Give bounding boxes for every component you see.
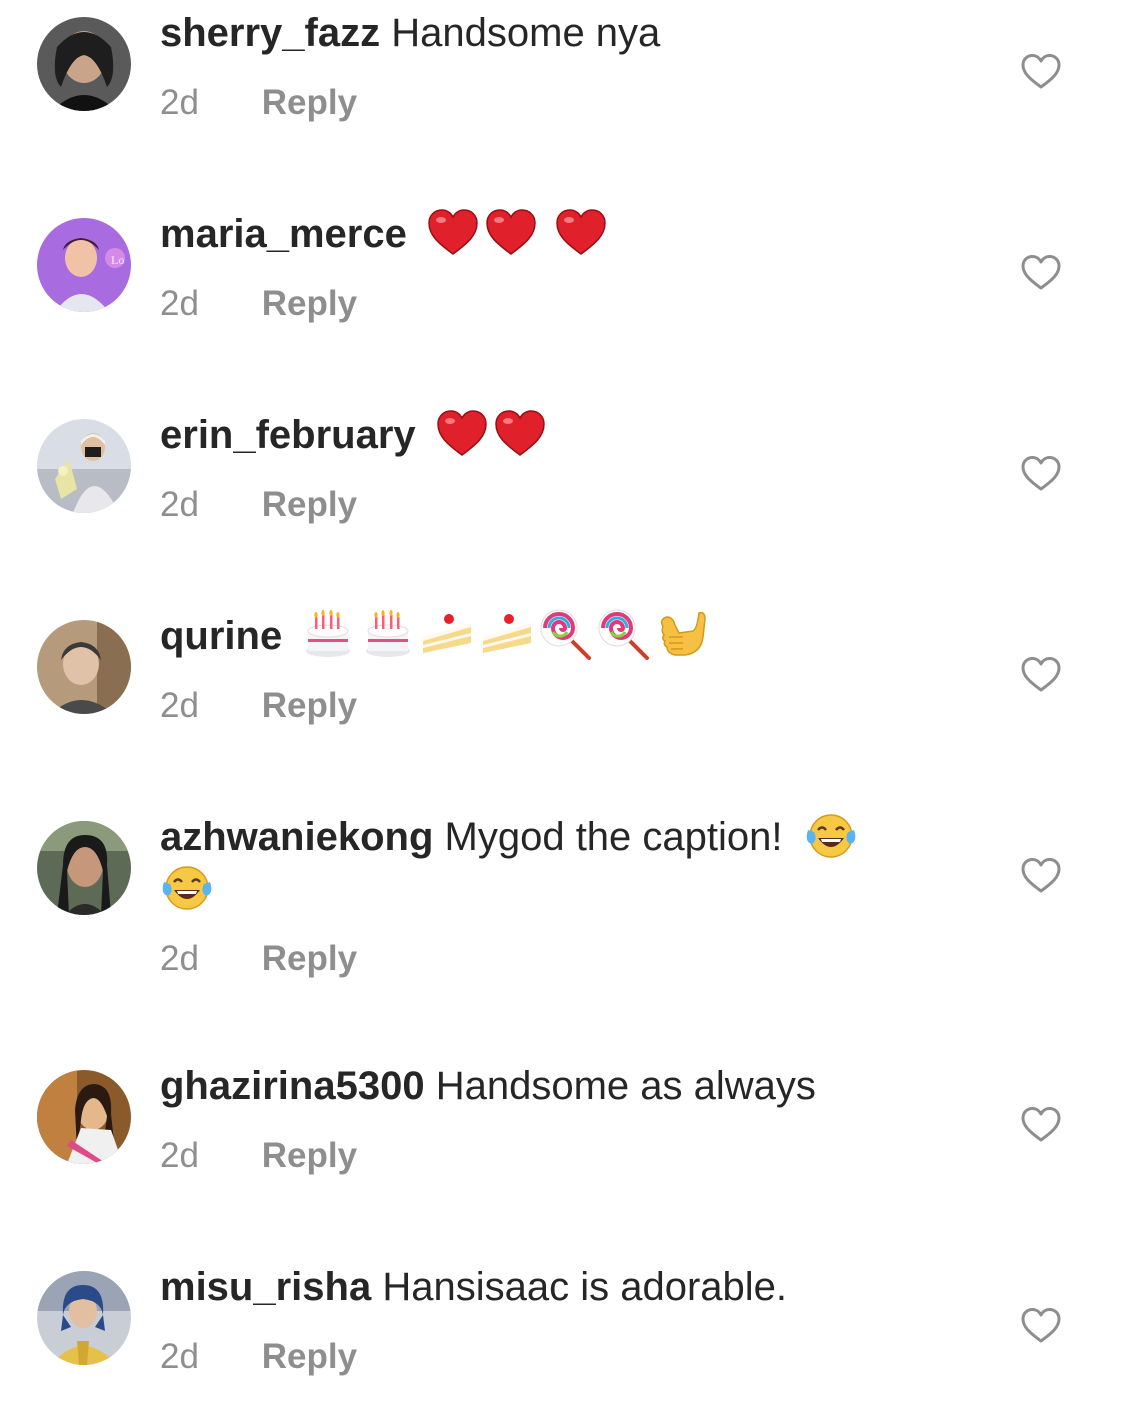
avatar[interactable] (37, 1070, 131, 1164)
timestamp: 2d (160, 83, 199, 122)
avatar[interactable] (37, 419, 131, 513)
reply-button[interactable]: Reply (262, 485, 357, 525)
reply-button[interactable]: Reply (262, 686, 357, 726)
comment-line: azhwaniekong Mygod the caption! (160, 811, 960, 915)
timestamp: 2d (160, 686, 199, 726)
birthday-cake-emoji (363, 609, 413, 659)
timestamp: 2d (160, 485, 199, 524)
username[interactable]: sherry_fazz (160, 11, 380, 55)
lollipop-emoji (595, 606, 651, 662)
timestamp: 2d (160, 1337, 199, 1376)
comment-meta: 2d Reply (160, 939, 960, 979)
comment-meta: 2d Reply (160, 284, 960, 324)
avatar-image (37, 1070, 131, 1164)
heart-emoji (435, 408, 489, 458)
avatar[interactable]: Lo (37, 218, 131, 312)
avatar[interactable] (37, 17, 131, 111)
comment-line: ghazirina5300 Handsome as always (160, 1060, 960, 1112)
reply-button[interactable]: Reply (262, 284, 357, 324)
reply-button[interactable]: Reply (262, 1337, 357, 1377)
heart-emoji (426, 207, 480, 257)
timestamp: 2d (160, 939, 199, 978)
comment-meta: 2d Reply (160, 83, 960, 123)
heart-emoji (554, 207, 608, 257)
comment-body: misu_risha Hansisaac is adorable. 2d Rep… (160, 1261, 960, 1377)
avatar-image (37, 17, 131, 111)
comment-text: Handsome as always (435, 1064, 816, 1108)
comment-body: maria_merce 2d Reply (160, 208, 960, 324)
comment-meta: 2d Reply (160, 1337, 960, 1377)
reply-button[interactable]: Reply (262, 83, 357, 123)
username[interactable]: misu_risha (160, 1265, 371, 1309)
tears-of-joy-emoji (160, 862, 214, 912)
tears-of-joy-emoji (804, 810, 858, 860)
like-heart-icon[interactable] (1020, 1106, 1062, 1144)
shortcake-emoji (479, 609, 535, 659)
lollipop-emoji (537, 606, 593, 662)
comment-body: azhwaniekong Mygod the caption! 2d Reply (160, 811, 960, 979)
comment-line: qurine (160, 607, 960, 662)
avatar-image (37, 419, 131, 513)
comment-body: sherry_fazz Handsome nya 2d Reply (160, 7, 960, 123)
birthday-cake-emoji (303, 609, 353, 659)
comment-meta: 2d Reply (160, 485, 960, 525)
like-heart-icon[interactable] (1020, 1307, 1062, 1345)
comment-body: ghazirina5300 Handsome as always 2d Repl… (160, 1060, 960, 1176)
avatar-image (37, 620, 131, 714)
heart-emoji (493, 408, 547, 458)
avatar-image (37, 1271, 131, 1365)
like-heart-icon[interactable] (1020, 857, 1062, 895)
comment-text: Hansisaac is adorable. (382, 1265, 788, 1309)
like-heart-icon[interactable] (1020, 455, 1062, 493)
username[interactable]: azhwaniekong (160, 815, 433, 859)
avatar-image: Lo (37, 218, 131, 312)
timestamp: 2d (160, 1136, 199, 1175)
comment-line: sherry_fazz Handsome nya (160, 7, 960, 59)
reply-button[interactable]: Reply (262, 1136, 357, 1176)
avatar[interactable] (37, 620, 131, 714)
comment-meta: 2d Reply (160, 686, 960, 726)
avatar[interactable] (37, 821, 131, 915)
like-heart-icon[interactable] (1020, 53, 1062, 91)
username[interactable]: maria_merce (160, 212, 407, 256)
username[interactable]: qurine (160, 614, 282, 658)
comment-line: maria_merce (160, 208, 960, 260)
heart-emoji (484, 207, 538, 257)
comment-text: Mygod the caption! (444, 815, 783, 859)
timestamp: 2d (160, 284, 199, 323)
username[interactable]: erin_february (160, 413, 416, 457)
call-me-hand-emoji (653, 607, 707, 661)
comment-meta: 2d Reply (160, 1136, 960, 1176)
comment-text: Handsome nya (391, 11, 661, 55)
like-heart-icon[interactable] (1020, 656, 1062, 694)
comment-body: erin_february 2d Reply (160, 409, 960, 525)
reply-button[interactable]: Reply (262, 939, 357, 979)
comment-line: erin_february (160, 409, 960, 461)
avatar-image (37, 821, 131, 915)
avatar[interactable] (37, 1271, 131, 1365)
comment-body: qurine 2d Reply (160, 607, 960, 726)
username[interactable]: ghazirina5300 (160, 1064, 425, 1108)
svg-text:Lo: Lo (111, 253, 124, 267)
comment-line: misu_risha Hansisaac is adorable. (160, 1261, 960, 1313)
like-heart-icon[interactable] (1020, 254, 1062, 292)
shortcake-emoji (419, 609, 475, 659)
